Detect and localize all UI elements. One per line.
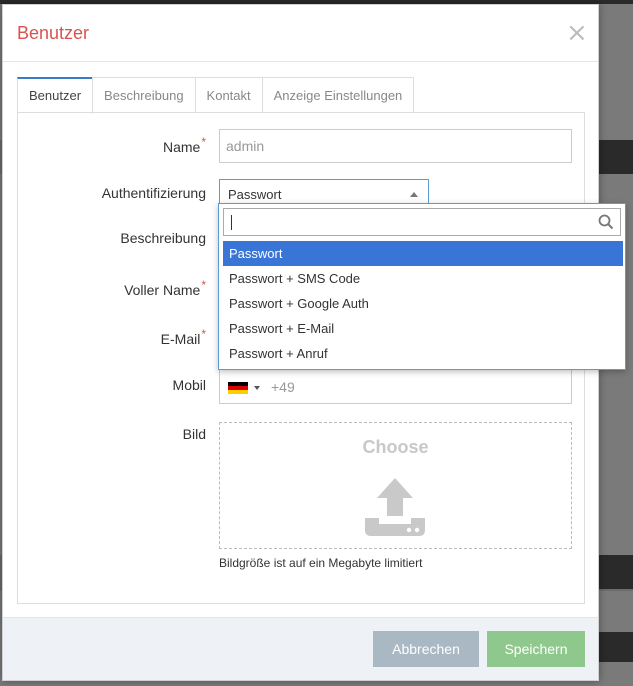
upload-icon <box>365 478 425 536</box>
description-label: Beschreibung <box>120 230 206 246</box>
required-marker: * <box>201 135 206 149</box>
search-icon <box>598 214 614 230</box>
name-input[interactable]: admin <box>219 129 572 163</box>
tab-benutzer[interactable]: Benutzer <box>17 77 94 114</box>
germany-flag-icon[interactable] <box>228 382 248 394</box>
tab-beschreibung[interactable]: Beschreibung <box>92 77 196 113</box>
mobile-input[interactable]: +49 <box>219 369 572 404</box>
option-passwort-sms[interactable]: Passwort + SMS Code <box>223 266 623 291</box>
upload-title: Choose <box>362 437 429 457</box>
tab-bar: Benutzer Beschreibung Kontakt Anzeige Ei… <box>17 77 415 114</box>
auth-select-value: Passwort <box>228 187 282 202</box>
email-label: E-Mail* <box>160 327 206 347</box>
country-code: +49 <box>271 379 295 395</box>
save-button[interactable]: Speichern <box>487 631 585 667</box>
option-passwort-anruf[interactable]: Passwort + Anruf <box>223 341 623 366</box>
image-label: Bild <box>182 426 206 442</box>
close-icon[interactable]: × <box>566 20 588 46</box>
required-marker: * <box>201 327 206 341</box>
full-name-label: Voller Name* <box>124 278 206 298</box>
required-marker: * <box>201 278 206 292</box>
option-passwort-email[interactable]: Passwort + E-Mail <box>223 316 623 341</box>
upload-hint: Bildgröße ist auf ein Megabyte limitiert <box>219 556 423 570</box>
auth-dropdown: Passwort Passwort + SMS Code Passwort + … <box>218 203 626 370</box>
chevron-up-icon <box>410 192 418 197</box>
mobile-label: Mobil <box>172 377 206 393</box>
modal-title: Benutzer <box>17 23 90 43</box>
modal-header: Benutzer × <box>3 5 598 62</box>
modal-footer: Abbrechen Speichern <box>3 617 598 680</box>
auth-label: Authentifizierung <box>101 185 206 201</box>
backdrop-block <box>599 632 633 662</box>
option-passwort-google-auth[interactable]: Passwort + Google Auth <box>223 291 623 316</box>
cancel-button[interactable]: Abbrechen <box>373 631 479 667</box>
chevron-down-icon[interactable] <box>254 386 260 390</box>
tab-kontakt[interactable]: Kontakt <box>194 77 263 113</box>
option-passwort[interactable]: Passwort <box>223 241 623 266</box>
backdrop-block <box>599 140 633 174</box>
name-label: Name* <box>162 135 206 155</box>
text-cursor <box>231 215 232 230</box>
backdrop-block <box>599 555 633 589</box>
dropdown-options: Passwort Passwort + SMS Code Passwort + … <box>223 241 623 366</box>
tab-anzeige-einstellungen[interactable]: Anzeige Einstellungen <box>261 77 415 113</box>
image-upload-dropzone[interactable]: Choose <box>219 422 572 549</box>
dropdown-search-input[interactable] <box>223 208 621 236</box>
